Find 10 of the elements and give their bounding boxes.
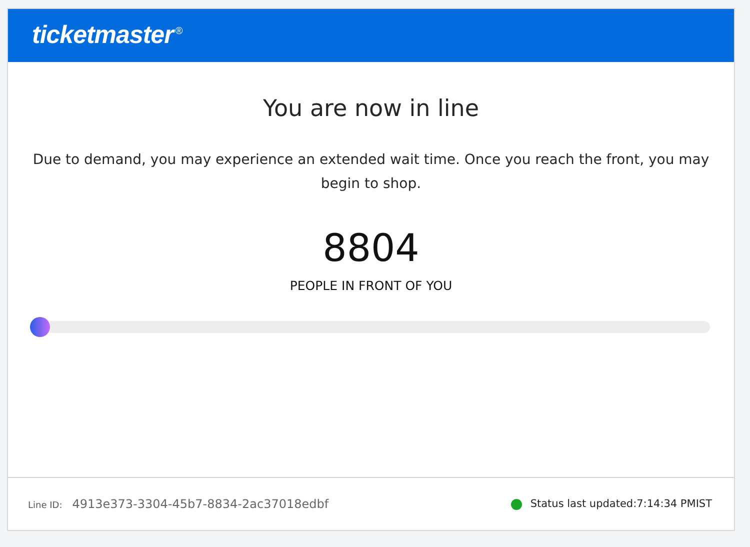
status-dot-icon: [511, 498, 522, 510]
people-count: 8804: [322, 226, 420, 270]
people-caption: PEOPLE IN FRONT OF YOU: [290, 278, 452, 293]
line-id-label: Line ID:: [28, 500, 62, 510]
line-id: 4913e373-3304-45b7-8834-2ac37018edbf: [72, 497, 329, 511]
ticketmaster-logo: ticketmaster: [32, 21, 174, 50]
status-text: Status last updated:7:14:34 PMIST: [530, 498, 712, 510]
queue-message: Due to demand, you may experience an extended wait time. Once you reach the front, you may begin to shop.: [32, 151, 710, 194]
trademark-symbol: ®: [175, 26, 183, 37]
queue-title: You are now in line: [262, 96, 480, 122]
